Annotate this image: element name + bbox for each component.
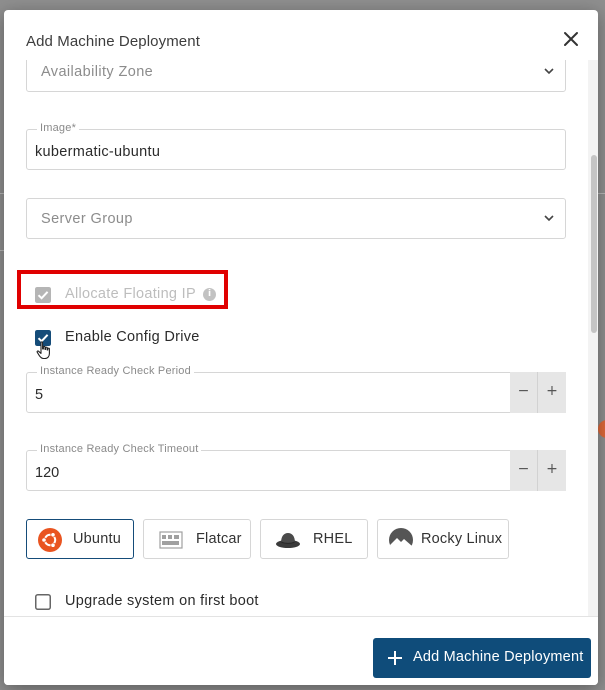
add-machine-deployment-button[interactable]: Add Machine Deployment <box>373 638 591 678</box>
image-field[interactable]: Image* kubermatic-ubuntu <box>26 122 566 170</box>
enable-config-drive-checkbox[interactable]: Enable Config Drive <box>35 329 225 349</box>
os-button-rocky-linux[interactable]: Rocky Linux <box>377 519 509 559</box>
upgrade-on-first-boot-label: Upgrade system on first boot <box>65 593 259 609</box>
close-button[interactable] <box>559 27 583 51</box>
instance-ready-check-period-value: 5 <box>35 387 44 403</box>
close-icon <box>564 32 578 46</box>
add-machine-deployment-label: Add Machine Deployment <box>413 649 584 665</box>
allocate-floating-ip-label: Allocate Floating IP <box>65 286 196 302</box>
chevron-down-icon <box>544 215 554 222</box>
decrement-button[interactable]: − <box>510 372 538 413</box>
os-label-rhel: RHEL <box>313 531 353 547</box>
flatcar-icon <box>159 531 183 549</box>
instance-ready-check-timeout-field[interactable]: Instance Ready Check Timeout 120 − + <box>26 443 566 491</box>
add-machine-deployment-dialog: Add Machine Deployment Availability Zone… <box>4 10 598 685</box>
os-button-flatcar[interactable]: Flatcar <box>143 519 251 559</box>
checkbox-checked-icon <box>35 287 51 303</box>
checkbox-unchecked-icon <box>35 594 51 610</box>
increment-button[interactable]: + <box>538 372 566 413</box>
server-group-select[interactable]: Server Group <box>26 198 566 239</box>
instance-ready-check-period-label: Instance Ready Check Period <box>37 365 194 377</box>
os-label-rocky-linux: Rocky Linux <box>421 531 503 547</box>
availability-zone-placeholder: Availability Zone <box>41 64 154 80</box>
increment-button[interactable]: + <box>538 450 566 491</box>
server-group-placeholder: Server Group <box>41 211 133 227</box>
background-status-indicator <box>598 420 605 438</box>
scrollbar[interactable] <box>588 60 598 616</box>
image-field-value: kubermatic-ubuntu <box>35 144 161 160</box>
instance-ready-check-timeout-value: 120 <box>35 465 60 481</box>
os-button-rhel[interactable]: RHEL <box>260 519 368 559</box>
form-content: Availability Zone Image* kubermatic-ubun… <box>4 60 598 616</box>
dialog-footer: Add Machine Deployment <box>4 616 598 685</box>
os-label-ubuntu: Ubuntu <box>73 531 121 547</box>
os-button-ubuntu[interactable]: Ubuntu <box>26 519 134 559</box>
image-field-label: Image* <box>37 122 80 134</box>
plus-icon <box>388 651 402 665</box>
rhel-icon <box>276 533 300 548</box>
os-label-flatcar: Flatcar <box>196 531 242 547</box>
availability-zone-select[interactable]: Availability Zone <box>26 60 566 92</box>
ubuntu-icon <box>38 528 62 552</box>
allocate-floating-ip-checkbox[interactable]: Allocate Floating IP <box>35 286 225 306</box>
rocky-linux-icon <box>389 528 413 553</box>
enable-config-drive-label: Enable Config Drive <box>65 329 200 345</box>
dialog-title: Add Machine Deployment <box>26 33 200 50</box>
decrement-button[interactable]: − <box>510 450 538 491</box>
hand-cursor-icon <box>36 341 50 360</box>
background-divider <box>598 193 605 194</box>
upgrade-on-first-boot-checkbox[interactable]: Upgrade system on first boot <box>35 593 275 613</box>
instance-ready-check-period-field[interactable]: Instance Ready Check Period 5 − + <box>26 365 566 413</box>
scrollbar-thumb[interactable] <box>591 155 597 333</box>
chevron-down-icon <box>544 68 554 75</box>
info-icon[interactable]: i <box>203 288 216 301</box>
instance-ready-check-timeout-label: Instance Ready Check Timeout <box>37 443 202 455</box>
